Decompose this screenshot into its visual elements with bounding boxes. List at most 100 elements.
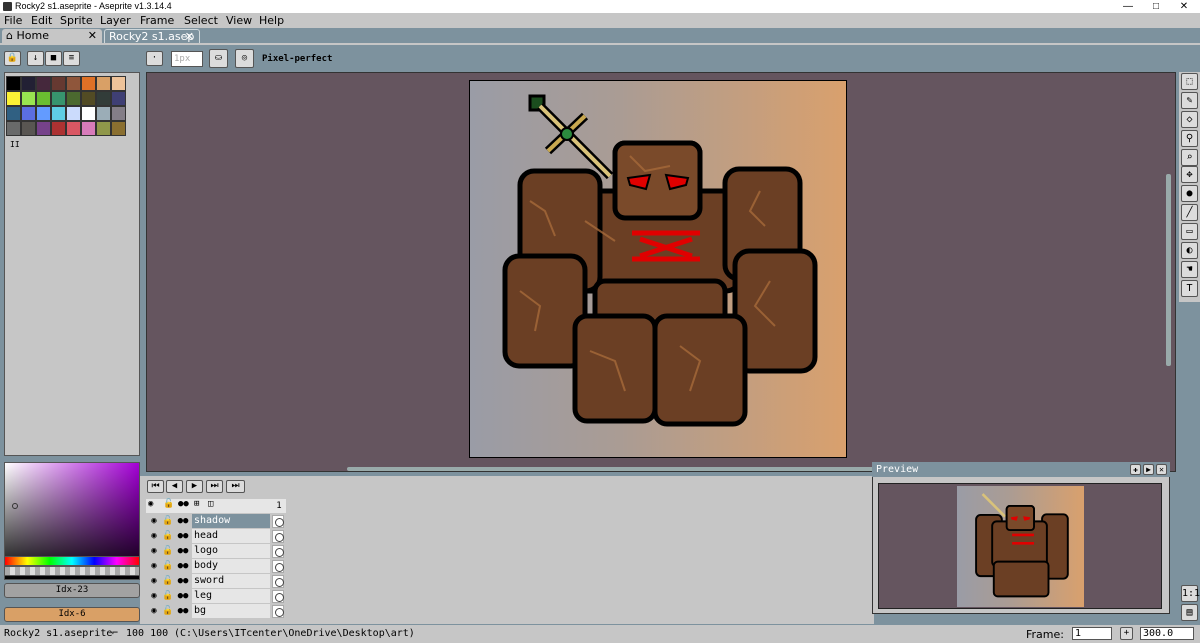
link-icon[interactable]: ⊞ bbox=[194, 499, 199, 509]
continuous-icon[interactable]: ●● bbox=[177, 515, 189, 528]
layer-name[interactable]: leg bbox=[192, 589, 270, 603]
eye-icon[interactable]: ◉ bbox=[148, 499, 153, 509]
palette-swatch[interactable] bbox=[51, 106, 66, 121]
menu-help[interactable]: Help bbox=[259, 14, 284, 27]
layer-row-leg[interactable]: ◉ 🔓 ●● leg bbox=[146, 589, 286, 604]
preview-play-icon[interactable]: ▶ bbox=[1143, 464, 1154, 475]
cel-icon[interactable] bbox=[272, 575, 284, 588]
film-icon[interactable]: ▤ bbox=[1181, 604, 1198, 621]
preview-close-icon[interactable]: ✕ bbox=[1156, 464, 1167, 475]
cel-icon[interactable] bbox=[272, 515, 284, 528]
palette-swatch[interactable] bbox=[81, 121, 96, 136]
stamp-icon[interactable]: ⛀ bbox=[209, 49, 228, 68]
layer-row-bg[interactable]: ◉ 🔓 ●● bg bbox=[146, 604, 286, 619]
layer-name[interactable]: sword bbox=[192, 574, 270, 588]
frame-header[interactable]: 1 bbox=[272, 499, 286, 513]
eye-icon[interactable]: ◉ bbox=[148, 515, 160, 528]
palette-swatch[interactable] bbox=[21, 106, 36, 121]
cel-icon[interactable] bbox=[272, 530, 284, 543]
layer-name[interactable]: shadow bbox=[192, 514, 270, 528]
padlock-icon[interactable]: 🔓 bbox=[162, 605, 174, 618]
palette-swatch[interactable] bbox=[96, 106, 111, 121]
hue-slider[interactable] bbox=[4, 556, 140, 566]
layer-name[interactable]: logo bbox=[192, 544, 270, 558]
play-button[interactable]: ▶ bbox=[186, 480, 203, 493]
palette-swatch[interactable] bbox=[6, 76, 21, 91]
continuous-icon[interactable]: ●● bbox=[178, 499, 189, 509]
palette-swatch[interactable] bbox=[21, 91, 36, 106]
move-icon[interactable]: ✥ bbox=[1181, 166, 1198, 183]
continuous-icon[interactable]: ●● bbox=[177, 590, 189, 603]
padlock-icon[interactable]: 🔓 bbox=[162, 515, 174, 528]
eye-icon[interactable]: ◉ bbox=[148, 590, 160, 603]
continuous-icon[interactable]: ●● bbox=[177, 545, 189, 558]
smudge-icon[interactable]: ☚ bbox=[1181, 261, 1198, 278]
padlock-icon[interactable]: 🔓 bbox=[162, 575, 174, 588]
text-icon[interactable]: T bbox=[1181, 280, 1198, 297]
palette-swatch[interactable] bbox=[81, 76, 96, 91]
palette-swatch[interactable] bbox=[36, 76, 51, 91]
palette-swatch[interactable] bbox=[111, 76, 126, 91]
padlock-icon[interactable]: 🔓 bbox=[162, 590, 174, 603]
palette-swatch[interactable] bbox=[81, 91, 96, 106]
palette-swatch[interactable] bbox=[21, 121, 36, 136]
eye-icon[interactable]: ◉ bbox=[148, 545, 160, 558]
layer-name[interactable]: head bbox=[192, 529, 270, 543]
palette-swatch[interactable] bbox=[6, 121, 21, 136]
layer-row-sword[interactable]: ◉ 🔓 ●● sword bbox=[146, 574, 286, 589]
cel-icon[interactable] bbox=[272, 560, 284, 573]
foreground-color-button[interactable]: Idx-23 bbox=[4, 583, 140, 598]
palette-swatch[interactable] bbox=[66, 106, 81, 121]
sprite-canvas[interactable] bbox=[469, 80, 847, 458]
line-icon[interactable]: ╱ bbox=[1181, 204, 1198, 221]
cel-icon[interactable] bbox=[272, 605, 284, 618]
palette-swatch[interactable] bbox=[51, 121, 66, 136]
vertical-scrollbar[interactable] bbox=[1166, 174, 1171, 366]
palette-swatch[interactable] bbox=[96, 121, 111, 136]
continuous-icon[interactable]: ●● bbox=[177, 560, 189, 573]
cel-icon[interactable] bbox=[272, 590, 284, 603]
background-color-button[interactable]: Idx-6 bbox=[4, 607, 140, 622]
last-frame-button[interactable]: ⏭ bbox=[226, 480, 245, 493]
timeline-grid[interactable] bbox=[286, 499, 874, 623]
layer-row-logo[interactable]: ◉ 🔓 ●● logo bbox=[146, 544, 286, 559]
eye-icon[interactable]: ◉ bbox=[148, 605, 160, 618]
continuous-icon[interactable]: ●● bbox=[177, 530, 189, 543]
pencil-icon[interactable]: ✎ bbox=[1181, 92, 1198, 109]
layer-row-shadow[interactable]: ◉ 🔓 ●● shadow bbox=[146, 514, 286, 529]
pixel-perfect-label[interactable]: Pixel-perfect bbox=[262, 54, 332, 64]
zoom-icon[interactable]: ⌕ bbox=[1181, 149, 1198, 166]
continuous-icon[interactable]: ●● bbox=[177, 575, 189, 588]
color-picker-cursor[interactable] bbox=[12, 503, 18, 509]
tab-file[interactable]: Rocky2 s1.asep ✕ bbox=[104, 29, 200, 44]
download-arrow-icon[interactable]: ↓ bbox=[27, 51, 44, 66]
rectangle-icon[interactable]: ▭ bbox=[1181, 223, 1198, 240]
first-frame-button[interactable]: ⏮ bbox=[147, 480, 164, 493]
palette-swatch[interactable] bbox=[96, 76, 111, 91]
menu-select[interactable]: Select bbox=[184, 14, 218, 27]
one-to-one-button[interactable]: 1:1 bbox=[1181, 585, 1200, 602]
palette-swatch[interactable] bbox=[66, 91, 81, 106]
fill-icon[interactable]: ● bbox=[1181, 185, 1198, 202]
layer-row-head[interactable]: ◉ 🔓 ●● head bbox=[146, 529, 286, 544]
palette-swatch[interactable] bbox=[6, 106, 21, 121]
layer-name[interactable]: bg bbox=[192, 604, 270, 618]
tab-close-icon[interactable]: ✕ bbox=[88, 29, 97, 43]
padlock-icon[interactable]: 🔓 bbox=[162, 530, 174, 543]
lock-icon[interactable]: 🔒 bbox=[4, 51, 21, 66]
prev-frame-button[interactable]: ◀ bbox=[166, 480, 183, 493]
eraser-icon[interactable]: ◇ bbox=[1181, 111, 1198, 128]
close-window-button[interactable]: ✕ bbox=[1166, 0, 1200, 13]
frame-input[interactable]: 1 bbox=[1072, 627, 1112, 640]
menu-sprite[interactable]: Sprite bbox=[60, 14, 93, 27]
cel-icon[interactable] bbox=[272, 545, 284, 558]
palette-swatch[interactable] bbox=[96, 91, 111, 106]
palette-swatch[interactable] bbox=[6, 91, 21, 106]
frame-icon[interactable]: ◫ bbox=[208, 499, 213, 509]
eye-icon[interactable]: ◉ bbox=[148, 575, 160, 588]
palette-swatch[interactable] bbox=[21, 76, 36, 91]
dynamics-icon[interactable]: ◎ bbox=[235, 49, 254, 68]
palette-swatch[interactable] bbox=[66, 121, 81, 136]
tab-close-icon[interactable]: ✕ bbox=[185, 30, 194, 44]
preview-pin-icon[interactable]: ✚ bbox=[1130, 464, 1141, 475]
